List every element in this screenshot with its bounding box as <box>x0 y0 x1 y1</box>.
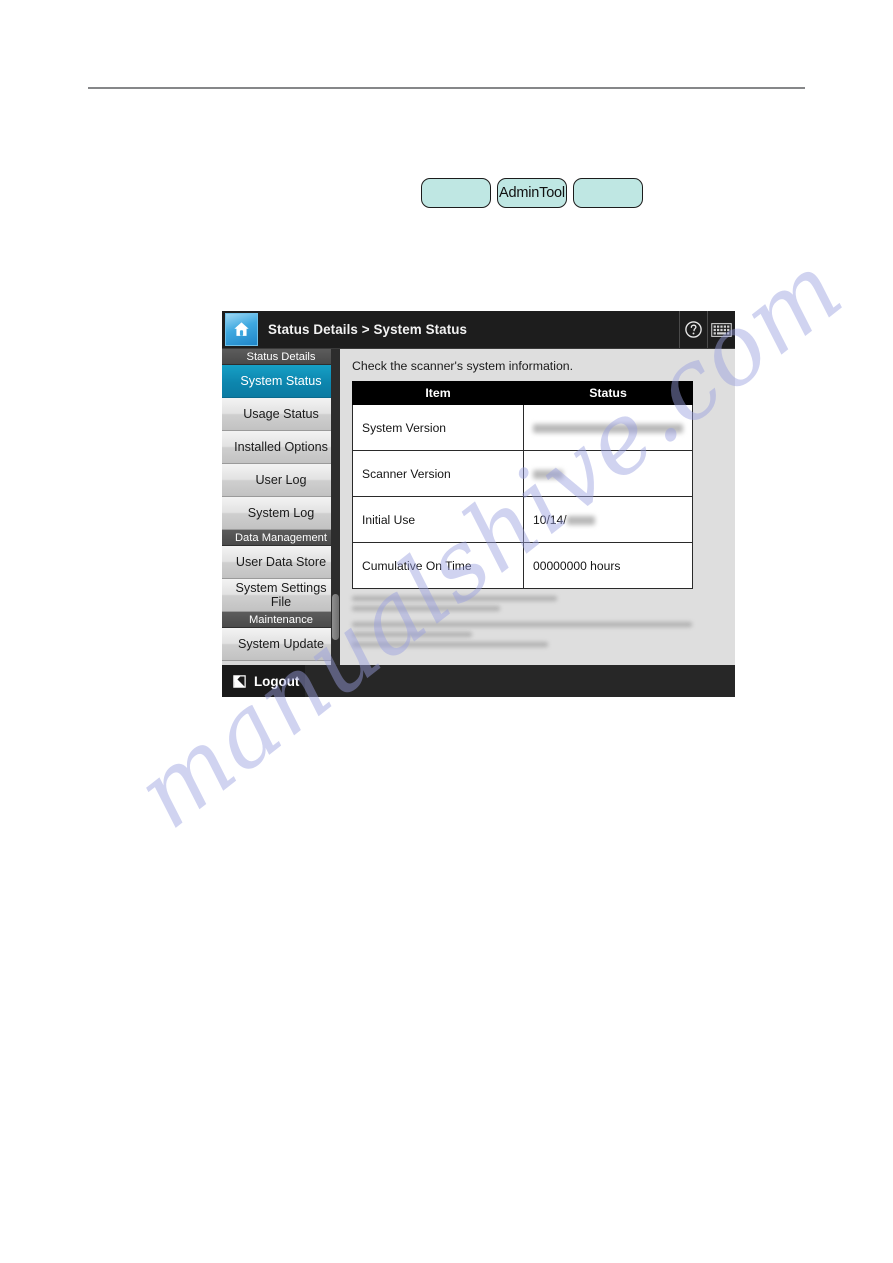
callout-button-group: AdminTool <box>421 178 643 208</box>
column-header-status: Status <box>523 381 693 405</box>
legal-line <box>352 596 557 601</box>
legal-line <box>352 632 472 637</box>
sidebar-item-user-data-store[interactable]: User Data Store <box>222 546 340 579</box>
cell-status-scanner-version <box>523 450 693 497</box>
legal-line <box>352 642 548 647</box>
cell-item-initial-use: Initial Use <box>352 496 524 543</box>
callout-button-left[interactable] <box>421 178 491 208</box>
legal-line <box>352 606 500 611</box>
sidebar-item-user-log[interactable]: User Log <box>222 464 340 497</box>
logout-button[interactable]: Logout <box>222 665 305 697</box>
sidebar-item-label: System Settings File <box>235 580 327 609</box>
cell-item-system-version: System Version <box>352 404 524 451</box>
sidebar-item-label: User Log <box>255 472 307 487</box>
table-row: Cumulative On Time 00000000 hours <box>352 542 693 589</box>
table-header-row: Item Status <box>352 381 693 405</box>
header-tool-group <box>679 311 735 348</box>
callout-button-right[interactable] <box>573 178 643 208</box>
legal-line <box>352 622 692 627</box>
sidebar-group-status-details: Status Details <box>222 349 340 365</box>
sidebar-item-label: System Update <box>237 636 325 651</box>
sidebar-group-data-management: Data Management <box>222 530 340 546</box>
sidebar-item-label: System Status <box>240 373 322 388</box>
page-header-rule <box>88 87 805 89</box>
table-row: Scanner Version <box>352 450 693 497</box>
scanner-ui-panel: Status Details > System Status Status De… <box>222 311 735 697</box>
system-status-table: Item Status System Version Scanner Versi… <box>352 381 693 589</box>
home-icon[interactable] <box>225 313 258 346</box>
content-description: Check the scanner's system information. <box>352 359 574 373</box>
panel-header: Status Details > System Status <box>222 311 735 349</box>
sidebar-scrollbar[interactable] <box>331 349 340 665</box>
sidebar-item-system-update[interactable]: System Update <box>222 628 340 661</box>
callout-button-admintool-label: AdminTool <box>499 185 565 201</box>
cell-status-initial-use: 10/14/ <box>523 496 693 543</box>
panel-footer: Logout <box>222 665 735 697</box>
sidebar-group-maintenance: Maintenance <box>222 612 340 628</box>
sidebar-group-label: Data Management <box>234 531 328 544</box>
initial-use-value: 10/14/ <box>533 512 567 527</box>
legal-notice-redacted <box>352 596 697 647</box>
cell-status-cumulative-on-time: 00000000 hours <box>523 542 693 589</box>
content-area: Check the scanner's system information. … <box>340 349 735 665</box>
logout-label: Logout <box>254 673 300 689</box>
cell-item-cumulative-on-time: Cumulative On Time <box>352 542 524 589</box>
sidebar-group-label: Status Details <box>246 350 316 363</box>
sidebar-item-label: User Data Store <box>235 554 327 569</box>
sidebar-item-system-status[interactable]: System Status <box>222 365 340 398</box>
panel-body: Status Details System Status Usage Statu… <box>222 349 735 665</box>
callout-button-admintool[interactable]: AdminTool <box>497 178 567 208</box>
sidebar-scrollbar-thumb[interactable] <box>332 594 339 640</box>
sidebar-item-usage-status[interactable]: Usage Status <box>222 398 340 431</box>
column-header-item: Item <box>352 381 524 405</box>
help-icon[interactable] <box>679 311 707 348</box>
keyboard-icon[interactable] <box>707 311 735 348</box>
table-row: System Version <box>352 404 693 451</box>
redacted-value <box>533 423 683 433</box>
sidebar-item-system-log[interactable]: System Log <box>222 497 340 530</box>
cell-status-system-version <box>523 404 693 451</box>
sidebar-item-label: Usage Status <box>243 406 319 421</box>
table-row: Initial Use 10/14/ <box>352 496 693 543</box>
sidebar-group-label: Maintenance <box>248 613 314 626</box>
sidebar-item-label: Installed Options <box>234 439 328 454</box>
sidebar-item-installed-options[interactable]: Installed Options <box>222 431 340 464</box>
page-title: Status Details > System Status <box>268 322 468 337</box>
redacted-value <box>566 515 595 525</box>
sidebar: Status Details System Status Usage Statu… <box>222 349 340 665</box>
redacted-value <box>533 469 563 479</box>
cell-item-scanner-version: Scanner Version <box>352 450 524 497</box>
sidebar-item-label: System Log <box>247 505 315 520</box>
logout-icon <box>232 674 247 689</box>
sidebar-item-system-settings-file[interactable]: System Settings File <box>222 579 340 612</box>
